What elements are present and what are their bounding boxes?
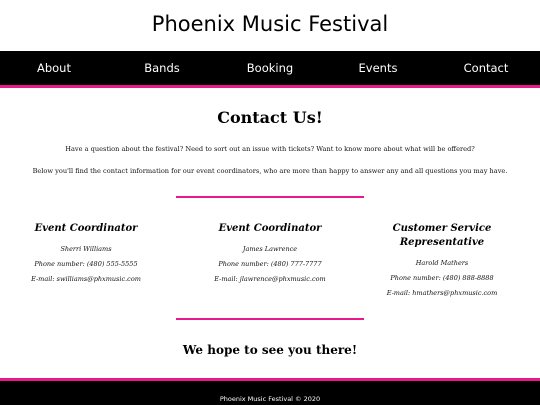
coordinator-title: Event Coordinator bbox=[34, 223, 138, 234]
closing-message: We hope to see you there! bbox=[182, 343, 358, 357]
coordinator-email: E-mail: hmathers@phxmusic.com bbox=[386, 289, 498, 297]
coordinator-phone: Phone number: (480) 888-8888 bbox=[390, 274, 494, 282]
nav-link-contact[interactable]: Contact bbox=[432, 61, 540, 75]
coordinator-title: Event Coordinator bbox=[218, 223, 322, 234]
footer-copyright: Phoenix Music Festival © 2020 bbox=[219, 395, 321, 403]
coordinator-email: E-mail: swilliams@phxmusic.com bbox=[31, 275, 141, 283]
coordinator-phone: Phone number: (480) 777-7777 bbox=[218, 260, 322, 268]
site-title: Phoenix Music Festival bbox=[151, 12, 389, 36]
nav-accent-bar bbox=[0, 85, 540, 88]
coordinator-card: Customer Service Representative Harold M… bbox=[367, 222, 517, 297]
section-divider bbox=[176, 318, 364, 320]
nav-link-bands[interactable]: Bands bbox=[108, 61, 216, 75]
coordinator-card: Event Coordinator Sherri Williams Phone … bbox=[11, 222, 161, 283]
coordinator-name: Harold Mathers bbox=[415, 259, 469, 267]
page-heading: Contact Us! bbox=[217, 108, 323, 127]
footer: Phoenix Music Festival © 2020 bbox=[0, 381, 540, 405]
coordinator-phone: Phone number: (480) 555-5555 bbox=[34, 260, 138, 268]
coordinator-name: James Lawrence bbox=[242, 245, 298, 253]
section-divider bbox=[176, 196, 364, 198]
nav-link-events[interactable]: Events bbox=[324, 61, 432, 75]
coordinator-card: Event Coordinator James Lawrence Phone n… bbox=[195, 222, 345, 283]
intro-paragraph: Have a question about the festival? Need… bbox=[65, 145, 475, 153]
coordinator-email: E-mail: jlawrence@phxmusic.com bbox=[214, 275, 326, 283]
coordinator-title: Customer Service Representative bbox=[392, 223, 492, 248]
nav-link-about[interactable]: About bbox=[0, 61, 108, 75]
nav-link-booking[interactable]: Booking bbox=[216, 61, 324, 75]
main-nav: About Bands Booking Events Contact bbox=[0, 51, 540, 85]
coordinator-name: Sherri Williams bbox=[60, 245, 112, 253]
intro-paragraph: Below you'll find the contact informatio… bbox=[32, 167, 508, 175]
